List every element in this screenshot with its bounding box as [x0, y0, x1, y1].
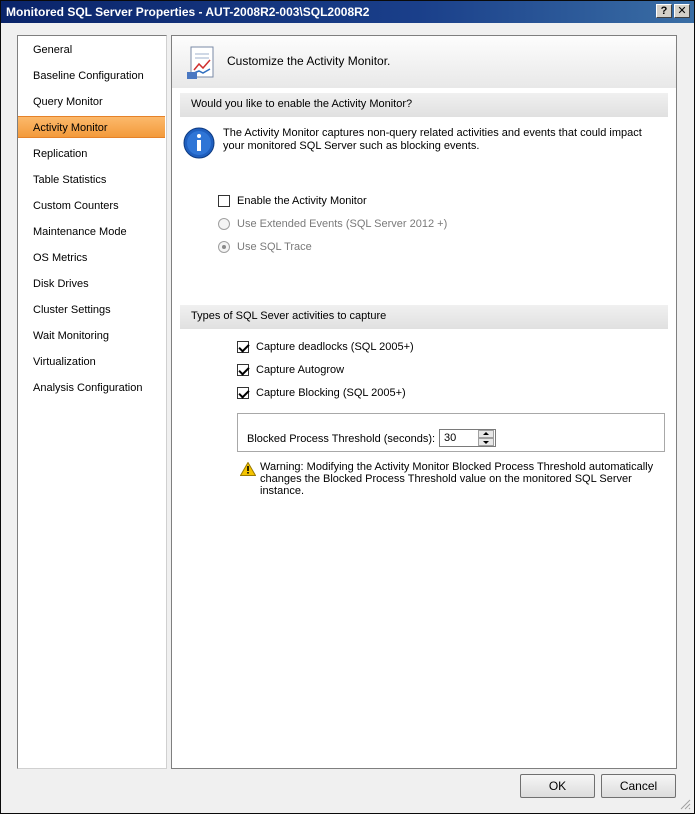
capture-blocking-label: Capture Blocking (SQL 2005+): [256, 387, 406, 399]
page-title: Customize the Activity Monitor.: [227, 54, 391, 68]
capture-autogrow-checkbox[interactable]: [237, 364, 249, 376]
warning-text: Warning: Modifying the Activity Monitor …: [260, 461, 654, 497]
extended-events-radio[interactable]: [218, 218, 230, 230]
sidebar-item-query-monitor[interactable]: Query Monitor: [18, 91, 166, 113]
title-bar: Monitored SQL Server Properties - AUT-20…: [1, 1, 694, 23]
window-title: Monitored SQL Server Properties - AUT-20…: [6, 5, 370, 19]
enable-activity-monitor-checkbox[interactable]: [218, 195, 230, 207]
content-panel: Customize the Activity Monitor. Would yo…: [171, 35, 677, 769]
info-icon: [183, 127, 215, 159]
ok-button[interactable]: OK: [520, 774, 595, 798]
spin-up-icon[interactable]: [478, 430, 494, 438]
threshold-group: Blocked Process Threshold (seconds): 30: [237, 413, 665, 452]
capture-deadlocks-label: Capture deadlocks (SQL 2005+): [256, 341, 414, 353]
extended-events-label: Use Extended Events (SQL Server 2012 +): [237, 218, 448, 230]
sidebar-item-disk-drives[interactable]: Disk Drives: [18, 273, 166, 295]
spin-down-icon[interactable]: [478, 438, 494, 446]
sidebar-item-general[interactable]: General: [18, 39, 166, 61]
capture-section-heading: Types of SQL Sever activities to capture: [180, 305, 668, 329]
sidebar-item-baseline-configuration[interactable]: Baseline Configuration: [18, 65, 166, 87]
sidebar-item-cluster-settings[interactable]: Cluster Settings: [18, 299, 166, 321]
close-button[interactable]: ✕: [674, 4, 690, 18]
sidebar-item-activity-monitor[interactable]: Activity Monitor: [18, 116, 165, 138]
page-header: Customize the Activity Monitor.: [172, 36, 676, 88]
warning-icon: [240, 462, 256, 476]
capture-autogrow-label: Capture Autogrow: [256, 364, 345, 376]
help-button[interactable]: ?: [656, 4, 672, 18]
sidebar-nav: General Baseline Configuration Query Mon…: [17, 35, 167, 769]
capture-deadlocks-checkbox[interactable]: [237, 341, 249, 353]
chart-document-icon: [187, 46, 214, 79]
threshold-label: Blocked Process Threshold (seconds):: [247, 433, 436, 445]
properties-dialog: Monitored SQL Server Properties - AUT-20…: [0, 0, 695, 814]
info-description: The Activity Monitor captures non-query …: [223, 127, 642, 152]
sidebar-item-virtualization[interactable]: Virtualization: [18, 351, 166, 373]
sidebar-item-table-statistics[interactable]: Table Statistics: [18, 169, 166, 191]
sidebar-item-maintenance-mode[interactable]: Maintenance Mode: [18, 221, 166, 243]
cancel-button[interactable]: Cancel: [601, 774, 676, 798]
sidebar-item-wait-monitoring[interactable]: Wait Monitoring: [18, 325, 166, 347]
enable-activity-monitor-label: Enable the Activity Monitor: [237, 195, 367, 207]
enable-section-heading: Would you like to enable the Activity Mo…: [180, 93, 668, 117]
sidebar-item-os-metrics[interactable]: OS Metrics: [18, 247, 166, 269]
resize-grip-icon[interactable]: [679, 798, 691, 810]
threshold-value[interactable]: 30: [444, 432, 456, 444]
threshold-spinner[interactable]: 30: [439, 429, 496, 447]
sidebar-item-analysis-configuration[interactable]: Analysis Configuration: [18, 377, 166, 399]
sidebar-item-custom-counters[interactable]: Custom Counters: [18, 195, 166, 217]
sql-trace-label: Use SQL Trace: [237, 241, 312, 253]
sql-trace-radio[interactable]: [218, 241, 230, 253]
capture-blocking-checkbox[interactable]: [237, 387, 249, 399]
sidebar-item-replication[interactable]: Replication: [18, 143, 166, 165]
